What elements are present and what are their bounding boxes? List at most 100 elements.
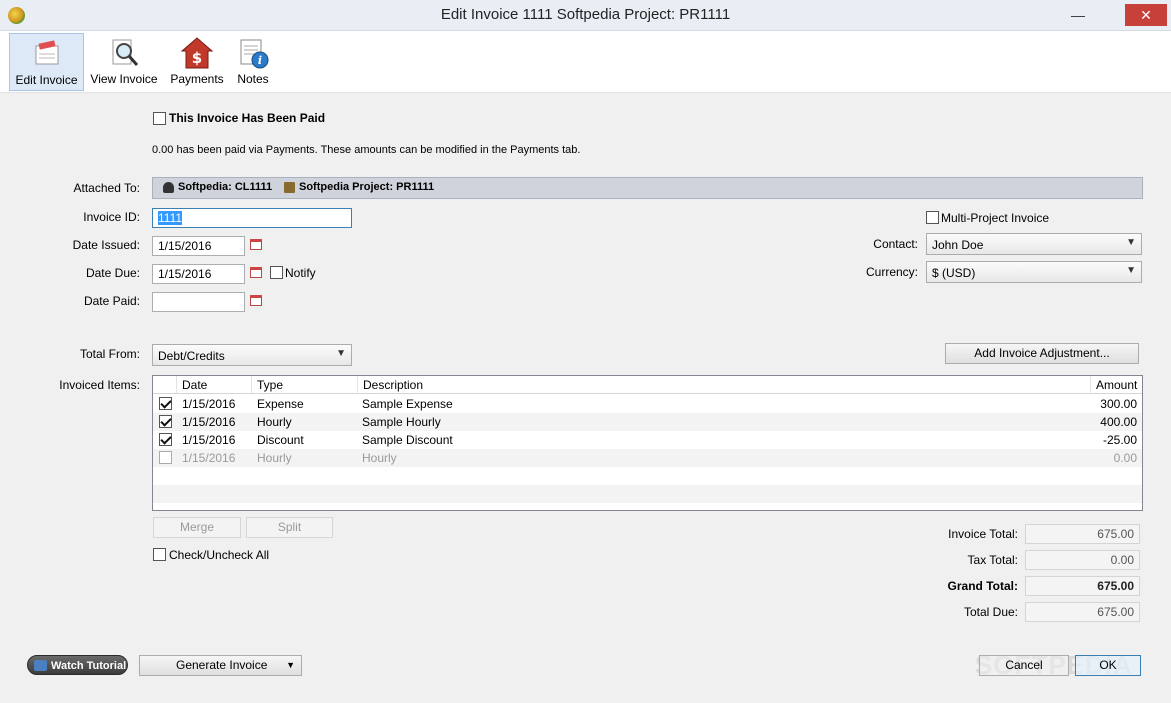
row-date: 1/15/2016 bbox=[182, 415, 236, 429]
attached-to-label: Attached To: bbox=[73, 181, 141, 195]
grand-total-field: 675.00 bbox=[1025, 576, 1140, 596]
date-issued-input[interactable]: 1/15/2016 bbox=[152, 236, 245, 256]
contact-value: John Doe bbox=[932, 238, 984, 252]
total-due-label: Total Due: bbox=[963, 605, 1018, 619]
grand-total-label: Grand Total: bbox=[947, 579, 1018, 593]
chevron-down-icon: ▼ bbox=[1126, 265, 1136, 276]
window-title: Edit Invoice 1111 Softpedia Project: PR1… bbox=[440, 6, 731, 23]
column-header-amount[interactable]: Amount bbox=[1091, 376, 1142, 394]
invoice-id-label: Invoice ID: bbox=[83, 210, 140, 224]
multi-project-label: Multi-Project Invoice bbox=[941, 211, 1050, 225]
row-checkbox[interactable] bbox=[159, 433, 172, 446]
add-invoice-adjustment-button[interactable]: Add Invoice Adjustment... bbox=[945, 343, 1139, 364]
row-date: 1/15/2016 bbox=[182, 433, 236, 447]
tab-label: View Invoice bbox=[90, 72, 158, 86]
calendar-icon[interactable] bbox=[250, 267, 262, 278]
total-due-field: 675.00 bbox=[1025, 602, 1140, 622]
tab-label: Payments bbox=[170, 72, 224, 86]
contact-label: Contact: bbox=[873, 237, 918, 251]
row-type: Hourly bbox=[257, 415, 292, 429]
invoiced-items-grid: Date Type Description Amount 1/15/2016 E… bbox=[152, 375, 1143, 511]
row-description: Sample Discount bbox=[362, 433, 453, 447]
total-from-select[interactable]: Debt/Credits ▼ bbox=[152, 344, 352, 366]
column-header-type[interactable]: Type bbox=[252, 376, 358, 394]
row-checkbox[interactable] bbox=[159, 397, 172, 410]
notify-checkbox[interactable] bbox=[270, 266, 283, 279]
row-amount: -25.00 bbox=[1102, 433, 1137, 447]
merge-button[interactable]: Merge bbox=[153, 517, 241, 538]
row-type: Hourly bbox=[257, 451, 292, 465]
close-button[interactable]: ✕ bbox=[1125, 4, 1167, 26]
ok-button[interactable]: OK bbox=[1075, 655, 1141, 676]
row-amount: 300.00 bbox=[1100, 397, 1137, 411]
paid-checkbox[interactable] bbox=[153, 112, 166, 125]
date-due-label: Date Due: bbox=[85, 266, 140, 280]
invoice-total-label: Invoice Total: bbox=[948, 527, 1018, 541]
date-paid-input[interactable] bbox=[152, 292, 245, 312]
row-amount: 0.00 bbox=[1113, 451, 1137, 465]
tab-view-invoice[interactable]: View Invoice bbox=[88, 33, 160, 91]
column-header-check bbox=[153, 376, 177, 394]
cancel-button[interactable]: Cancel bbox=[979, 655, 1069, 676]
person-icon bbox=[163, 182, 174, 193]
row-date: 1/15/2016 bbox=[182, 397, 236, 411]
invoice-total-field: 675.00 bbox=[1025, 524, 1140, 544]
tab-edit-invoice[interactable]: Edit Invoice bbox=[9, 33, 84, 91]
notes-info-icon: i bbox=[236, 36, 270, 70]
date-paid-label: Date Paid: bbox=[83, 294, 140, 308]
total-from-value: Debt/Credits bbox=[158, 349, 225, 363]
watch-tutorial-label: Watch Tutorial bbox=[51, 660, 127, 672]
svg-text:$: $ bbox=[192, 49, 202, 67]
tab-payments[interactable]: $ Payments bbox=[167, 33, 227, 91]
total-from-label: Total From: bbox=[79, 347, 140, 361]
paid-label: This Invoice Has Been Paid bbox=[169, 111, 326, 125]
row-type: Discount bbox=[257, 433, 304, 447]
payments-house-dollar-icon: $ bbox=[180, 36, 214, 70]
column-header-description[interactable]: Description bbox=[358, 376, 1091, 394]
column-header-date[interactable]: Date bbox=[177, 376, 252, 394]
table-row[interactable]: 1/15/2016 Hourly Hourly 0.00 bbox=[153, 449, 1142, 467]
currency-select[interactable]: $ (USD) ▼ bbox=[926, 261, 1142, 283]
client-link[interactable]: Softpedia: CL1111 bbox=[163, 181, 272, 193]
check-all-checkbox[interactable] bbox=[153, 548, 166, 561]
calendar-icon[interactable] bbox=[250, 239, 262, 250]
row-checkbox[interactable] bbox=[159, 415, 172, 428]
row-description: Sample Expense bbox=[362, 397, 453, 411]
currency-value: $ (USD) bbox=[932, 266, 976, 280]
edit-invoice-icon bbox=[30, 37, 64, 71]
multi-project-checkbox[interactable] bbox=[926, 211, 939, 224]
chevron-down-icon: ▼ bbox=[336, 348, 346, 359]
table-row-empty bbox=[153, 485, 1142, 503]
split-button[interactable]: Split bbox=[246, 517, 333, 538]
calendar-icon[interactable] bbox=[250, 295, 262, 306]
generate-invoice-button[interactable]: Generate Invoice ▼ bbox=[139, 655, 302, 676]
contact-select[interactable]: John Doe ▼ bbox=[926, 233, 1142, 255]
row-date: 1/15/2016 bbox=[182, 451, 236, 465]
tab-label: Edit Invoice bbox=[15, 73, 78, 87]
toolbar: Edit Invoice View Invoice $ Payments i N… bbox=[0, 31, 1171, 93]
magnifier-invoice-icon bbox=[107, 36, 141, 70]
invoice-id-input[interactable]: 1111 bbox=[152, 208, 352, 228]
invoiced-items-label: Invoiced Items: bbox=[59, 378, 140, 392]
currency-label: Currency: bbox=[865, 265, 918, 279]
row-description: Hourly bbox=[362, 451, 397, 465]
table-row[interactable]: 1/15/2016 Expense Sample Expense 300.00 bbox=[153, 395, 1142, 413]
tax-total-label: Tax Total: bbox=[967, 553, 1018, 567]
project-name: Softpedia Project: PR1111 bbox=[299, 181, 435, 193]
project-icon bbox=[284, 182, 295, 193]
watch-tutorial-button[interactable]: Watch Tutorial bbox=[27, 655, 128, 675]
chevron-down-icon: ▼ bbox=[286, 660, 295, 670]
svg-text:i: i bbox=[258, 54, 262, 67]
date-due-input[interactable]: 1/15/2016 bbox=[152, 264, 245, 284]
table-row-empty bbox=[153, 467, 1142, 485]
check-all-label: Check/Uncheck All bbox=[169, 548, 270, 562]
table-row[interactable]: 1/15/2016 Hourly Sample Hourly 400.00 bbox=[153, 413, 1142, 431]
attached-to-bar: Softpedia: CL1111 Softpedia Project: PR1… bbox=[152, 177, 1143, 199]
row-checkbox[interactable] bbox=[159, 451, 172, 464]
title-bar: Edit Invoice 1111 Softpedia Project: PR1… bbox=[0, 0, 1171, 31]
table-row[interactable]: 1/15/2016 Discount Sample Discount -25.0… bbox=[153, 431, 1142, 449]
tab-notes[interactable]: i Notes bbox=[232, 33, 274, 91]
project-link[interactable]: Softpedia Project: PR1111 bbox=[284, 181, 434, 193]
paid-info-text: 0.00 has been paid via Payments. These a… bbox=[152, 144, 581, 156]
minimize-button[interactable]: — bbox=[1064, 4, 1092, 26]
